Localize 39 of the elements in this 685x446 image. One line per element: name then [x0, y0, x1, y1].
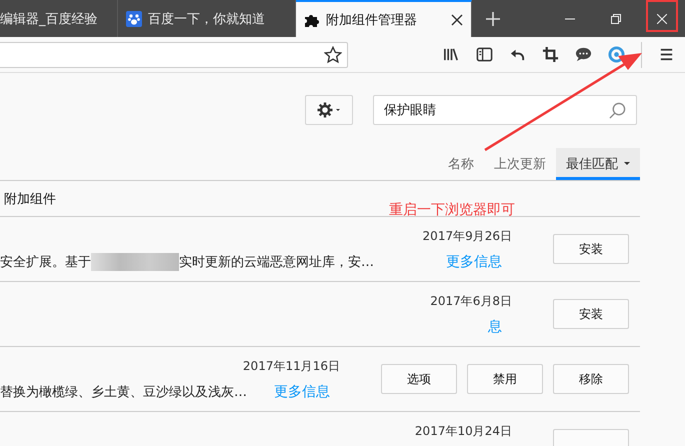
action-button[interactable]: 移除 [553, 364, 629, 394]
sort-tab[interactable]: 最佳匹配 [556, 148, 640, 180]
paw-icon [126, 10, 142, 26]
sort-tab[interactable]: 上次更新 [484, 148, 556, 180]
restore-icon[interactable] [611, 14, 621, 24]
date-text: 2017年6月8日 [430, 292, 513, 310]
tab-title: 编辑器_百度经验 [0, 10, 98, 28]
address-field[interactable] [0, 42, 348, 68]
description-text: 安全扩展。基于 [0, 254, 91, 270]
action-button[interactable]: 安装 [553, 234, 629, 264]
highlight-rectangle [646, 0, 678, 32]
search-icon [609, 102, 626, 118]
action-button[interactable]: 禁用 [467, 364, 543, 394]
menu-icon[interactable] [658, 46, 675, 63]
caret-icon [624, 162, 630, 166]
close-icon[interactable] [451, 14, 463, 26]
search-input[interactable]: 保护眼睛 [384, 102, 609, 118]
description-text: 替换为橄榄绿、乡土黄、豆沙绿以及浅灰… [0, 384, 247, 400]
new-tab-icon[interactable] [486, 12, 500, 26]
tab-title: 百度一下，你就知道 [148, 10, 266, 28]
action-button[interactable]: 安装 [553, 299, 629, 329]
settings-button[interactable] [305, 95, 353, 125]
star-icon[interactable] [324, 46, 342, 64]
settings-icon [317, 102, 341, 118]
library-icon[interactable] [443, 46, 460, 63]
description-text: 实时更新的云端恶意网址库，安… [179, 254, 374, 270]
tab-title: 附加组件管理器 [326, 12, 418, 28]
action-button[interactable]: 选项 [381, 364, 457, 394]
date-text: 2017年10月24日 [414, 422, 513, 440]
date-text: 2017年11月16日 [242, 358, 341, 374]
sidebar-icon[interactable] [476, 46, 493, 63]
annotation-text: 重启一下浏览器即可 [389, 201, 515, 219]
browser-tab[interactable]: 附加组件管理器 [296, 0, 472, 37]
search-field[interactable]: 保护眼睛 [373, 95, 637, 125]
circle-icon[interactable] [608, 46, 625, 63]
sort-tab[interactable]: 名称 [438, 148, 484, 180]
date-text: 2017年9月26日 [422, 228, 513, 244]
crop-icon[interactable] [542, 46, 559, 63]
chat-bubble-icon[interactable] [575, 46, 592, 63]
